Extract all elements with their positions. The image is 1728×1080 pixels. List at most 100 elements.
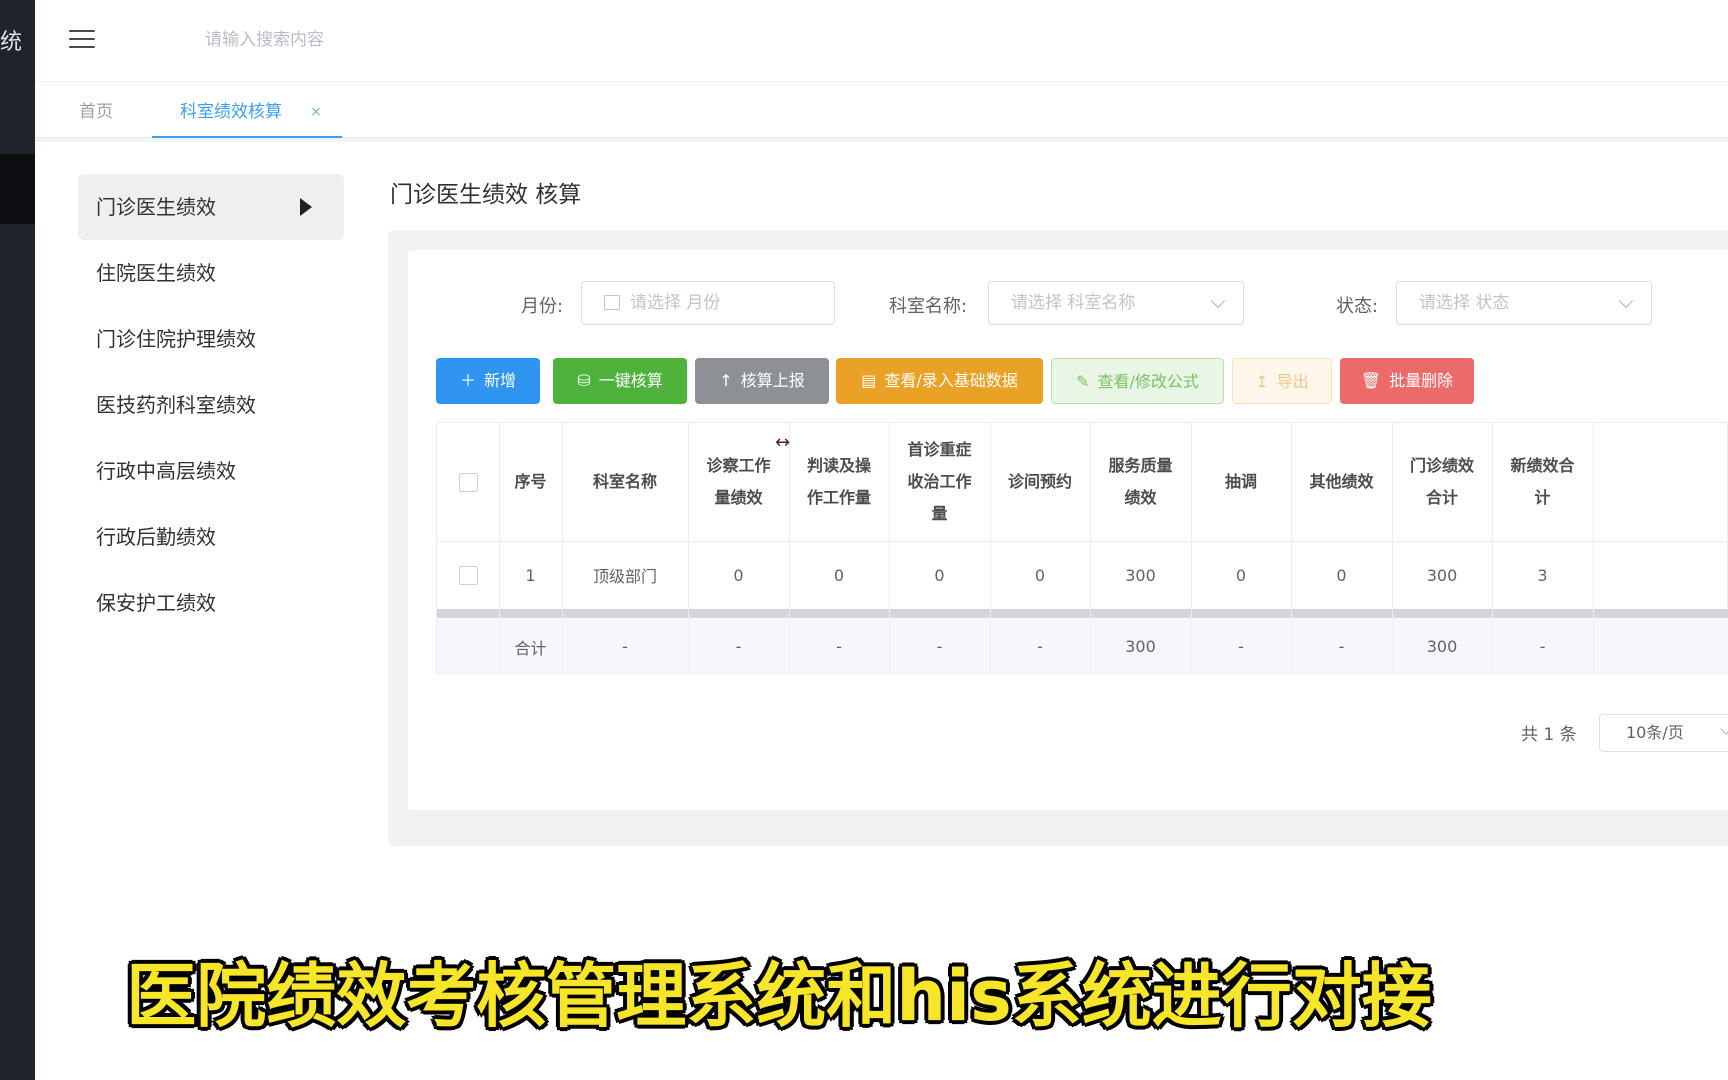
horizontal-scrollbar[interactable] — [437, 609, 1728, 618]
summary-cell: - — [1539, 637, 1546, 656]
summary-cell: - — [1037, 637, 1043, 656]
month-picker[interactable]: 请选择 月份 — [581, 281, 835, 325]
performance-table: 序号 科室名称 诊察工作量绩效 判读及操作工作量 首诊重症收治工作量 诊间预约 … — [436, 422, 1728, 675]
col-header-other[interactable]: 其他绩效 — [1291, 423, 1392, 541]
month-placeholder: 请选择 月份 — [630, 293, 721, 313]
add-button-label: 新增 — [484, 371, 517, 390]
submenu-item-outpatient-doctor[interactable]: 门诊医生绩效 — [78, 174, 344, 240]
submenu-item-admin-logistics[interactable]: 行政后勤绩效 — [78, 504, 344, 570]
report-button[interactable]: ↑ 核算上报 — [695, 358, 829, 404]
search-input[interactable] — [205, 24, 505, 56]
edit-icon: ✎ — [1076, 372, 1090, 391]
summary-cell: 300 — [1125, 637, 1156, 656]
add-button[interactable]: ＋ 新增 — [436, 358, 540, 404]
col-header-transfer[interactable]: 抽调 — [1191, 423, 1291, 541]
tab-dept-performance[interactable]: 科室绩效核算 × — [152, 82, 342, 138]
plus-icon: ＋ — [459, 371, 476, 390]
col-header-critical[interactable]: 首诊重症收治工作量 — [889, 423, 990, 541]
upload-icon: ↥ — [1255, 372, 1269, 391]
brand-title-fragment: 统 — [0, 30, 23, 55]
document-icon: ▤ — [861, 371, 877, 390]
calc-button-label: 一键核算 — [598, 371, 663, 390]
table-cell: 0 — [833, 565, 845, 585]
performance-submenu: 门诊医生绩效 住院医生绩效 门诊住院护理绩效 医技药剂科室绩效 行政中高层绩效 … — [78, 174, 344, 636]
summary-cell: - — [735, 637, 742, 656]
submenu-item-admin-senior[interactable]: 行政中高层绩效 — [78, 438, 344, 504]
table-cell: 300 — [1125, 565, 1156, 585]
report-button-label: 核算上报 — [740, 371, 805, 390]
submenu-item-inpatient-doctor[interactable]: 住院医生绩效 — [78, 240, 344, 306]
col-header-quality[interactable]: 服务质量绩效 — [1090, 423, 1191, 541]
status-placeholder: 请选择 状态 — [1419, 293, 1510, 313]
tabs-bar: 首页 科室绩效核算 × — [35, 82, 1728, 138]
submenu-item-security-care[interactable]: 保安护工绩效 — [78, 570, 344, 636]
base-data-button[interactable]: ▤ 查看/录入基础数据 — [836, 358, 1043, 404]
dept-label: 科室名称: — [889, 296, 968, 317]
col-divider — [1593, 423, 1594, 675]
export-button[interactable]: ↥ 导出 — [1232, 358, 1332, 404]
tab-home[interactable]: 首页 — [79, 82, 113, 138]
page-title: 门诊医生绩效 核算 — [390, 182, 582, 208]
submenu-item-label: 门诊医生绩效 — [96, 195, 216, 219]
col-header-dept[interactable]: 科室名称 — [562, 423, 688, 541]
table-cell: 0 — [934, 565, 945, 585]
table-cell: 300 — [1426, 565, 1458, 585]
select-all-cell — [437, 423, 499, 541]
app-page: 统 首页 科室绩效核算 × 门诊医生绩效 住院医生绩效 门诊住院护理绩效 医技药… — [0, 0, 1728, 1080]
table-cell: 顶级部门 — [592, 567, 657, 586]
edit-formula-button[interactable]: ✎ 查看/修改公式 — [1051, 358, 1224, 404]
select-all-checkbox[interactable] — [458, 472, 478, 492]
pagination-total: 共 1 条 — [1521, 725, 1577, 745]
summary-cell: - — [622, 637, 628, 656]
top-header — [35, 0, 1728, 82]
summary-cell: - — [1238, 637, 1244, 656]
col-header-reading[interactable]: 判读及操作工作量 — [789, 423, 889, 541]
table-cell: 0 — [1034, 565, 1046, 585]
col-header-new-total[interactable]: 新绩效合计 — [1492, 423, 1593, 541]
left-nav-strip: 统 — [0, 0, 35, 1080]
arrow-up-icon: ↑ — [719, 371, 733, 390]
row-checkbox[interactable] — [458, 565, 478, 585]
menu-toggle-icon[interactable] — [69, 28, 97, 50]
one-click-calc-button[interactable]: ⛁ 一键核算 — [553, 358, 687, 404]
table-cell: 3 — [1537, 565, 1548, 585]
summary-cell: - — [836, 637, 842, 656]
page-size-select[interactable]: 10条/页 — [1599, 714, 1728, 752]
column-resize-cursor-icon: ↔ — [775, 432, 791, 453]
video-caption: 医院绩效考核管理系统和his系统进行对接 — [126, 955, 1432, 1037]
col-header-outpatient-total[interactable]: 门诊绩效合计 — [1392, 423, 1492, 541]
trash-icon: 🗑 — [1360, 371, 1382, 390]
table-cell: 0 — [1336, 565, 1347, 585]
database-icon: ⛁ — [577, 371, 591, 390]
submenu-item-nursing[interactable]: 门诊住院护理绩效 — [78, 306, 344, 372]
table-cell: 0 — [1235, 565, 1247, 585]
delete-button-label: 批量删除 — [1389, 371, 1454, 390]
chevron-down-icon — [1618, 293, 1634, 309]
col-header-index[interactable]: 序号 — [499, 423, 562, 541]
base-data-button-label: 查看/录入基础数据 — [884, 371, 1018, 390]
summary-cell: 合计 — [514, 638, 547, 658]
row-select-cell — [437, 541, 499, 609]
status-label: 状态: — [1336, 296, 1379, 317]
chevron-down-icon — [1720, 723, 1728, 735]
tab-label: 科室绩效核算 — [180, 102, 282, 122]
dept-select[interactable]: 请选择 科室名称 — [988, 281, 1244, 325]
table-cell: 1 — [525, 565, 536, 585]
caret-right-icon — [300, 198, 312, 216]
col-header-consult[interactable]: 诊察工作量绩效 — [688, 423, 789, 541]
dept-placeholder: 请选择 科室名称 — [1011, 293, 1136, 313]
formula-button-label: 查看/修改公式 — [1097, 372, 1199, 391]
batch-delete-button[interactable]: 🗑 批量删除 — [1340, 358, 1474, 404]
col-header-appointment[interactable]: 诊间预约 — [990, 423, 1090, 541]
nav-active-item[interactable] — [0, 154, 35, 224]
header-divider — [35, 138, 1728, 142]
summary-cell: 300 — [1426, 637, 1458, 656]
summary-cell: - — [936, 637, 943, 656]
summary-cell: - — [1338, 637, 1345, 656]
submenu-item-medtech-pharmacy[interactable]: 医技药剂科室绩效 — [78, 372, 344, 438]
export-button-label: 导出 — [1276, 372, 1309, 391]
page-size-value: 10条/页 — [1626, 723, 1684, 742]
close-icon[interactable]: × — [310, 82, 322, 142]
status-select[interactable]: 请选择 状态 — [1396, 281, 1652, 325]
table-cell: 0 — [733, 565, 744, 585]
